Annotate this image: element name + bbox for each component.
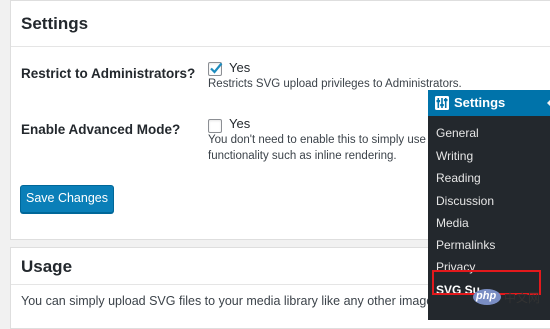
restrict-admins-checkbox[interactable] [208,62,223,76]
restrict-admins-yes-label[interactable]: Yes [229,60,250,75]
checkmark-icon [210,62,223,74]
watermark-badge-text: php [476,290,497,302]
menu-item-media[interactable]: Media [436,216,469,230]
menu-item-permalinks[interactable]: Permalinks [436,238,495,252]
usage-text: You can simply upload SVG files to your … [21,294,464,308]
advanced-mode-description-line1: You don't need to enable this to simply … [208,134,454,146]
advanced-mode-description-line2: functionality such as inline rendering. [208,150,397,162]
settings-title: Settings [21,14,89,33]
watermark-text: 中文网 [504,291,541,305]
usage-title: Usage [21,257,73,276]
menu-item-reading[interactable]: Reading [436,171,481,185]
menu-item-writing[interactable]: Writing [436,149,473,163]
advanced-mode-label: Enable Advanced Mode? [21,122,181,137]
menu-item-discussion[interactable]: Discussion [436,194,494,208]
php-cn-watermark: php 中文网 [473,289,547,305]
restrict-admins-description: Restricts SVG upload privileges to Admin… [208,78,462,90]
menu-settings-header[interactable]: Settings [428,90,550,116]
advanced-mode-checkbox[interactable] [208,119,222,133]
settings-divider [11,46,550,47]
settings-sliders-icon [435,96,449,115]
save-changes-button[interactable]: Save Changes [20,185,114,213]
menu-item-general[interactable]: General [436,126,479,140]
advanced-mode-yes-label[interactable]: Yes [229,116,250,131]
restrict-admins-label: Restrict to Administrators? [21,66,196,81]
menu-settings-title: Settings [454,95,506,110]
